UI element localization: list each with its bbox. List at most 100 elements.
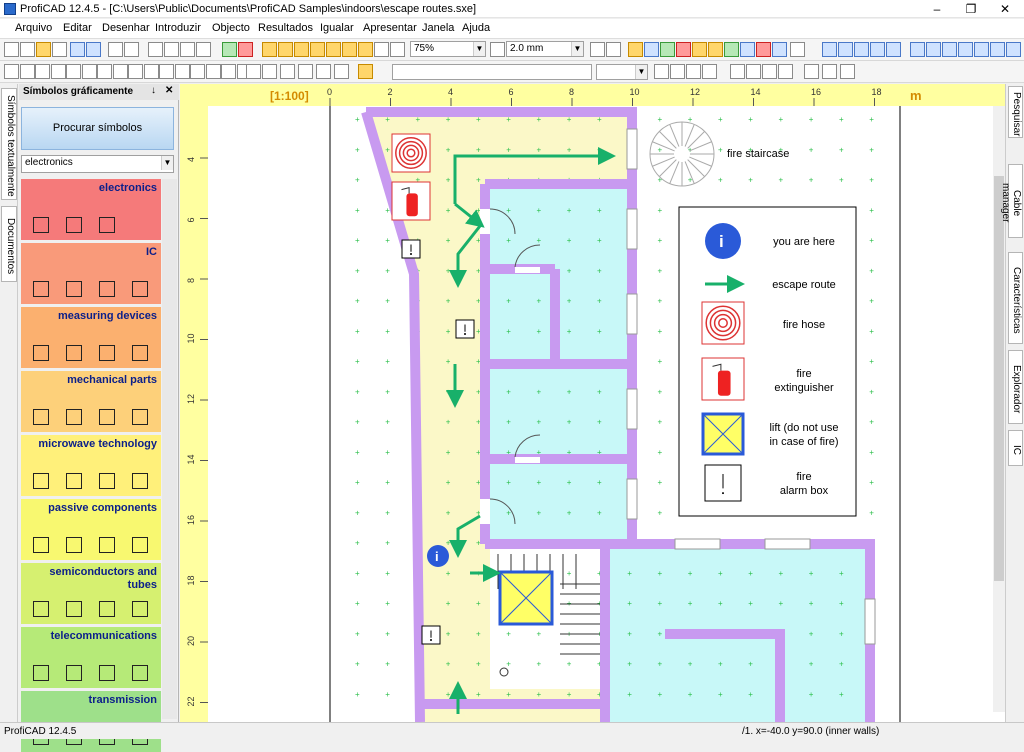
- toolbar-button[interactable]: [148, 42, 163, 57]
- toolbar-button[interactable]: [342, 42, 357, 57]
- fire-extinguisher-icon[interactable]: [701, 357, 745, 401]
- toolbar-button[interactable]: [958, 42, 973, 57]
- draw-tool-button[interactable]: [298, 64, 313, 79]
- toolbar-button[interactable]: [262, 42, 277, 57]
- format-button[interactable]: [746, 64, 761, 79]
- panel-close-icon[interactable]: ✕: [165, 85, 173, 96]
- draw-tool-button[interactable]: [81, 64, 97, 79]
- menu-objecto[interactable]: Objecto: [212, 22, 250, 34]
- toolbar-button[interactable]: [590, 42, 605, 57]
- toolbar-button[interactable]: [660, 42, 675, 57]
- menu-janela[interactable]: Janela: [422, 22, 454, 34]
- toolbar-button[interactable]: [86, 42, 101, 57]
- category-passive-components[interactable]: passive components: [21, 499, 161, 560]
- draw-tool-button[interactable]: [205, 64, 221, 79]
- fire-alarm-icon[interactable]: [401, 239, 421, 259]
- minimize-button[interactable]: –: [920, 0, 954, 18]
- floor-plan[interactable]: [1:100] m 0 2 4 6 8 10 12 14 16 18 4 6 8 10 12 14 16 18 20 22…: [180, 84, 1005, 723]
- zoom-out-button[interactable]: [490, 42, 505, 57]
- toolbar-button[interactable]: [390, 42, 405, 57]
- close-window-button[interactable]: ✕: [988, 0, 1022, 18]
- library-select[interactable]: electronics ▼: [21, 155, 174, 173]
- toolbar-button[interactable]: [1006, 42, 1021, 57]
- toolbar-button[interactable]: [606, 42, 621, 57]
- draw-tool-button[interactable]: [66, 64, 81, 79]
- symbol-icon[interactable]: [66, 345, 82, 361]
- scroll-thumb[interactable]: [994, 176, 1004, 581]
- draw-tool-button[interactable]: [97, 64, 112, 79]
- draw-tool-button[interactable]: [19, 64, 35, 79]
- tab-documents[interactable]: Documentos: [1, 206, 17, 282]
- category-IC[interactable]: IC: [21, 243, 161, 304]
- toolbar-button[interactable]: [790, 42, 805, 57]
- menu-apresentar[interactable]: Apresentar: [363, 22, 417, 34]
- menu-editar[interactable]: Editar: [63, 22, 92, 34]
- pin-icon[interactable]: ↓: [151, 85, 156, 96]
- category-semiconductors-and-tubes[interactable]: semiconductors and tubes: [21, 563, 161, 624]
- draw-tool-button[interactable]: [4, 64, 19, 79]
- symbol-icon[interactable]: [99, 601, 115, 617]
- toolbar-button[interactable]: [756, 42, 771, 57]
- toolbar-button[interactable]: [326, 42, 341, 57]
- font-size-select[interactable]: ▼: [596, 64, 648, 80]
- draw-tool-button[interactable]: [159, 64, 174, 79]
- format-button[interactable]: [702, 64, 717, 79]
- draw-tool-button[interactable]: [174, 64, 190, 79]
- draw-tool-button[interactable]: [334, 64, 349, 79]
- symbol-icon[interactable]: [66, 665, 82, 681]
- toolbar-button[interactable]: [164, 42, 179, 57]
- symbol-icon[interactable]: [66, 281, 82, 297]
- symbol-icon[interactable]: [66, 537, 82, 553]
- category-electronics[interactable]: electronics: [21, 179, 161, 240]
- tab-explorador[interactable]: Explorador: [1008, 350, 1023, 424]
- format-button[interactable]: [762, 64, 777, 79]
- symbol-icon[interactable]: [132, 345, 148, 361]
- toolbar-button[interactable]: [886, 42, 901, 57]
- draw-tool-button[interactable]: [143, 64, 159, 79]
- format-button[interactable]: [670, 64, 685, 79]
- toolbar-button[interactable]: [180, 42, 195, 57]
- toolbar-button[interactable]: [838, 42, 853, 57]
- toolbar-button[interactable]: [628, 42, 643, 57]
- toolbar-button[interactable]: [196, 42, 211, 57]
- toolbar-button[interactable]: [124, 42, 139, 57]
- draw-tool-button[interactable]: [128, 64, 143, 79]
- draw-tool-button[interactable]: [190, 64, 205, 79]
- tab-ic[interactable]: IC: [1008, 430, 1023, 466]
- toolbar-button[interactable]: [822, 42, 837, 57]
- menu-introduzir[interactable]: Introduzir: [155, 22, 201, 34]
- symbol-icon[interactable]: [132, 601, 148, 617]
- font-select[interactable]: [392, 64, 592, 80]
- toolbar-button[interactable]: [740, 42, 755, 57]
- draw-tool-button[interactable]: [35, 64, 50, 79]
- category-telecommunications[interactable]: telecommunications: [21, 627, 161, 688]
- toolbar-button[interactable]: [910, 42, 925, 57]
- line-width-select[interactable]: 2.0 mm ▼: [506, 41, 584, 57]
- tab-cable-manager[interactable]: Cable manager: [1000, 164, 1023, 238]
- draw-tool-button[interactable]: [112, 64, 128, 79]
- symbol-icon[interactable]: [132, 537, 148, 553]
- search-symbols-button[interactable]: Procurar símbolos: [21, 107, 174, 150]
- toolbar-button[interactable]: [70, 42, 85, 57]
- format-button[interactable]: [804, 64, 819, 79]
- format-button[interactable]: [730, 64, 745, 79]
- format-button[interactable]: [778, 64, 793, 79]
- toolbar-button[interactable]: [974, 42, 989, 57]
- draw-tool-button[interactable]: [246, 64, 261, 79]
- draw-tool-button[interactable]: [50, 64, 66, 79]
- fire-alarm-icon[interactable]: [704, 464, 742, 502]
- draw-tool-button[interactable]: [316, 64, 331, 79]
- toolbar-button[interactable]: [36, 42, 51, 57]
- symbol-icon[interactable]: [33, 537, 49, 553]
- symbol-icon[interactable]: [33, 601, 49, 617]
- symbol-icon[interactable]: [99, 281, 115, 297]
- format-button[interactable]: [686, 64, 701, 79]
- symbol-icon[interactable]: [132, 409, 148, 425]
- category-mechanical-parts[interactable]: mechanical parts: [21, 371, 161, 432]
- toolbar-button[interactable]: [358, 42, 373, 57]
- toolbar-button[interactable]: [708, 42, 723, 57]
- toolbar-button[interactable]: [676, 42, 691, 57]
- symbol-icon[interactable]: [33, 217, 49, 233]
- tab-symbols-text[interactable]: Símbolos textualmente: [1, 88, 17, 200]
- symbol-icon[interactable]: [66, 601, 82, 617]
